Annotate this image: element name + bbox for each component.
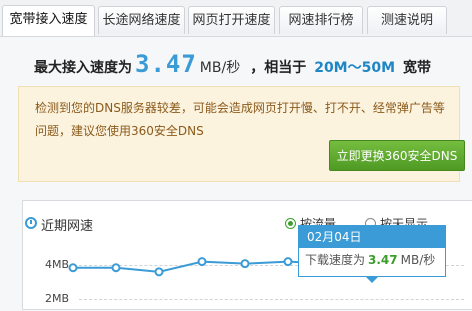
- tab-speed-help[interactable]: 测速说明: [367, 6, 447, 34]
- tab-broadband-speed[interactable]: 宽带接入速度: [2, 5, 95, 36]
- headline-middle: ，相当于: [250, 60, 307, 76]
- speed-tooltip: 02月04日 下载速度为 3.47 MB/秒: [298, 225, 446, 283]
- bandwidth-equivalent: 20M～50M: [314, 60, 396, 76]
- headline-suffix: 宽带: [403, 60, 432, 76]
- tooltip-body: 下载速度为 3.47 MB/秒: [299, 248, 445, 272]
- tab-bar: 宽带接入速度 长途网络速度 网页打开速度 网速排行榜 测速说明: [0, 0, 472, 37]
- speed-data-point[interactable]: [154, 267, 164, 277]
- speed-data-point[interactable]: [240, 259, 250, 269]
- tooltip-label: 下载速度为: [305, 253, 366, 267]
- tab-long-distance-speed[interactable]: 长途网络速度: [98, 6, 185, 34]
- tooltip-date: 02月04日: [299, 226, 445, 248]
- tooltip-unit: MB/秒: [400, 253, 436, 267]
- dns-warning-text: 检测到您的DNS服务器较差，可能会造成网页打开慢、打不开、经常弹广告等问题，建议…: [35, 101, 445, 138]
- tooltip-arrow: [365, 276, 379, 283]
- tooltip-value: 3.47: [368, 253, 398, 267]
- speed-data-point[interactable]: [68, 263, 78, 273]
- dns-warning-panel: 检测到您的DNS服务器较差，可能会造成网页打开慢、打不开、经常弹广告等问题，建议…: [18, 86, 465, 182]
- speed-data-point[interactable]: [111, 263, 121, 273]
- tab-webpage-speed[interactable]: 网页打开速度: [188, 6, 275, 34]
- speed-data-point[interactable]: [197, 257, 207, 267]
- switch-dns-button[interactable]: 立即更换360安全DNS: [329, 140, 465, 171]
- tab-speed-ranking[interactable]: 网速排行榜: [279, 6, 363, 34]
- speed-unit: MB/秒: [199, 60, 241, 76]
- speed-headline: 最大接入速度为 3.47 MB/秒 ，相当于 20M～50M 宽带: [34, 50, 432, 78]
- max-speed-value: 3.47: [135, 50, 197, 78]
- speed-data-point[interactable]: [283, 257, 293, 267]
- headline-prefix: 最大接入速度为: [34, 60, 132, 76]
